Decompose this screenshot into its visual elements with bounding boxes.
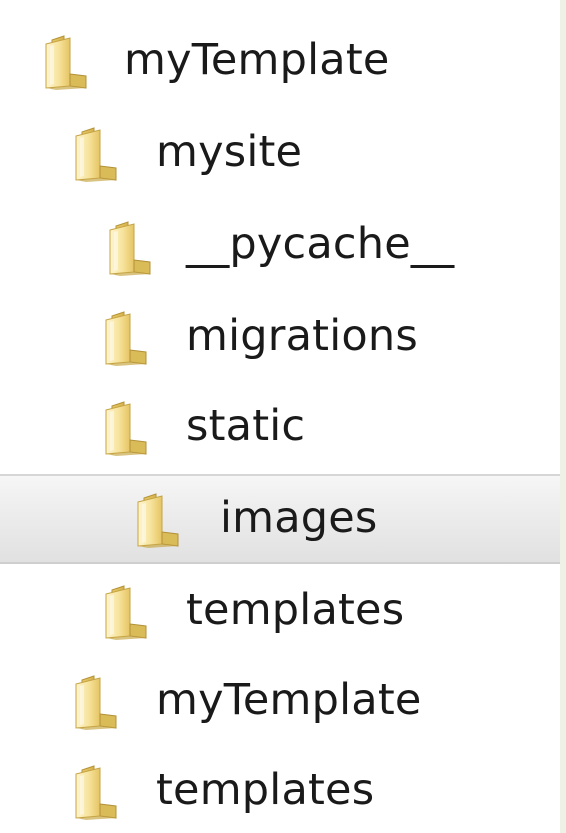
folder-icon	[104, 400, 148, 456]
tree-item-label: mysite	[156, 127, 303, 177]
tree-item-migrations[interactable]: migrations	[0, 300, 560, 376]
tree-item-mytemplate-root[interactable]: myTemplate	[0, 24, 560, 100]
folder-icon	[74, 126, 118, 182]
tree-item-mytemplate-child[interactable]: myTemplate	[0, 664, 560, 740]
folder-icon	[74, 764, 118, 820]
window-edge	[560, 0, 566, 833]
tree-item-templates-nested[interactable]: templates	[0, 574, 560, 650]
folder-icon	[136, 492, 180, 548]
folder-icon	[104, 310, 148, 366]
folder-icon	[108, 220, 152, 276]
tree-item-static[interactable]: static	[0, 390, 560, 466]
tree-item-label: migrations	[186, 311, 418, 361]
folder-icon	[44, 34, 88, 90]
tree-item-label: static	[186, 401, 306, 451]
tree-item-label: images	[220, 493, 378, 543]
tree-item-label: __pycache__	[186, 219, 455, 269]
tree-item-label: myTemplate	[124, 35, 390, 85]
tree-item-label: myTemplate	[156, 675, 422, 725]
folder-icon	[104, 584, 148, 640]
tree-item-templates-child[interactable]: templates	[0, 754, 560, 830]
folder-icon	[74, 674, 118, 730]
tree-item-label: templates	[156, 765, 375, 815]
tree-item-mysite[interactable]: mysite	[0, 116, 560, 192]
tree-item-pycache[interactable]: __pycache__	[0, 208, 560, 284]
folder-tree: myTemplate mysite __pycache__ migrations…	[0, 0, 560, 833]
tree-item-label: templates	[186, 585, 405, 635]
tree-item-images-selected[interactable]: images	[0, 474, 560, 564]
